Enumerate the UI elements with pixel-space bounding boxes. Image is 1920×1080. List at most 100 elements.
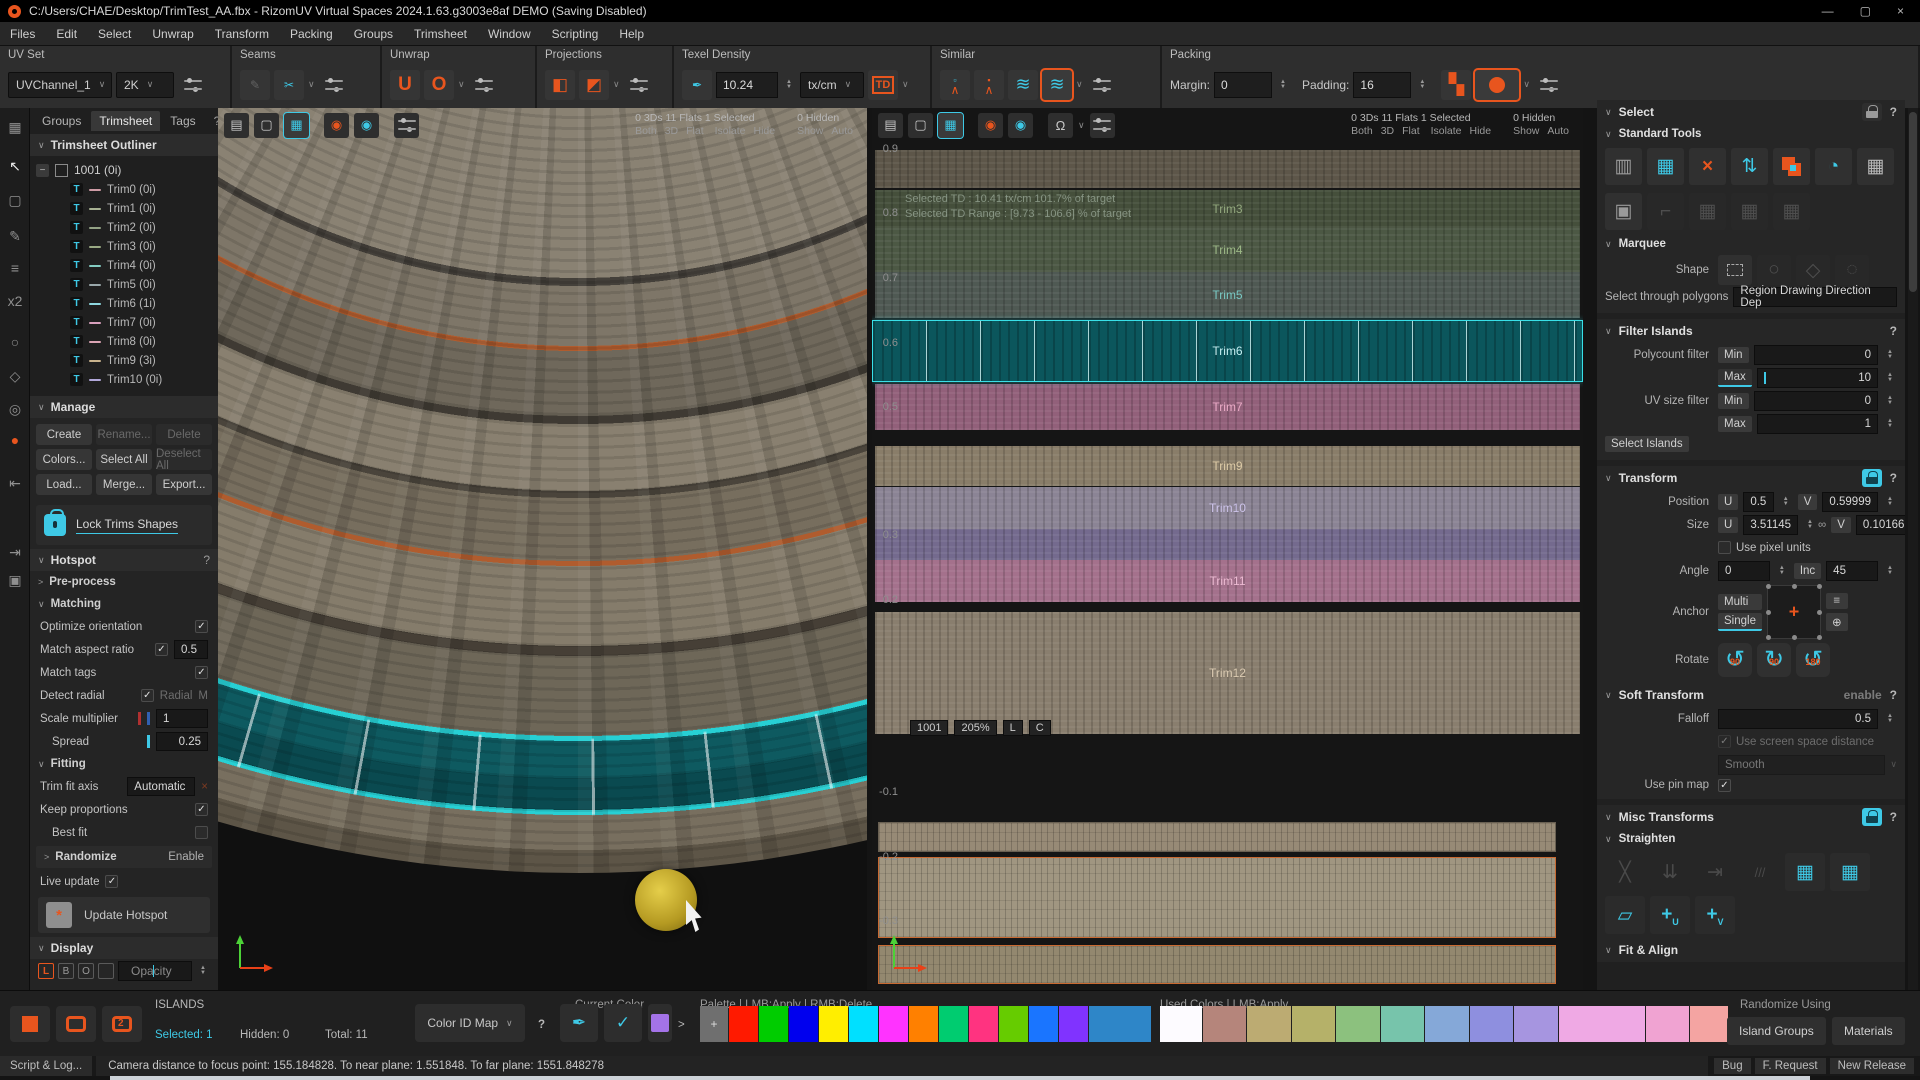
uv-trim-strip[interactable]: Trim4 — [875, 228, 1580, 272]
menu-unwrap[interactable]: Unwrap — [152, 27, 193, 41]
randomize-header[interactable]: >RandomizeEnable — [36, 846, 212, 868]
manage-button[interactable]: Create — [36, 424, 92, 445]
grid-dot-icon[interactable]: ▣ — [1605, 193, 1642, 230]
manage-button[interactable]: Rename... — [96, 424, 152, 445]
poly-max-field[interactable]: 10 — [1757, 368, 1878, 388]
matching-header[interactable]: ∨Matching — [30, 593, 218, 615]
scale-multiplier-field[interactable]: 1 — [156, 709, 208, 728]
menu-help[interactable]: Help — [619, 27, 644, 41]
chevron-down-icon[interactable]: ∨ — [613, 79, 620, 90]
island-cycle2-button[interactable]: 2 — [102, 1006, 142, 1042]
collapse-minus-icon[interactable]: − — [36, 164, 49, 177]
lock-icon[interactable] — [1862, 808, 1882, 826]
primitive-tool-icon[interactable]: ● — [0, 432, 30, 448]
sphere-tool-icon[interactable]: ◎ — [0, 401, 30, 418]
chevron-down-icon[interactable]: ∨ — [308, 79, 315, 90]
gridify-tall-icon[interactable]: ▦ — [1830, 853, 1870, 891]
link-size-icon[interactable]: ∞ — [1818, 519, 1826, 531]
fit-align-header[interactable]: ∨Fit & Align — [1597, 938, 1905, 962]
tree-item-trim[interactable]: T Trim2 (0i) — [36, 218, 218, 237]
spinner[interactable] — [1887, 373, 1897, 383]
fitting-header[interactable]: ∨Fitting — [30, 753, 218, 775]
screen-space-checkbox[interactable] — [1718, 735, 1731, 748]
menu-packing[interactable]: Packing — [290, 27, 333, 41]
menu-transform[interactable]: Transform — [215, 27, 269, 41]
spread-field[interactable]: 0.25 — [156, 732, 208, 751]
palette-swatch[interactable] — [879, 1006, 908, 1042]
projection-box-icon[interactable]: ◧ — [545, 70, 575, 100]
3d-toggle[interactable]: 3D — [665, 125, 678, 137]
live-update-checkbox[interactable] — [105, 875, 118, 888]
palette-swatch[interactable] — [909, 1006, 938, 1042]
projections-options-icon[interactable] — [624, 70, 654, 100]
grid-disabled-icon[interactable]: ▦ — [1731, 193, 1768, 230]
tree-item-trim[interactable]: T Trim5 (0i) — [36, 275, 218, 294]
scrollbar-thumb[interactable] — [1909, 112, 1917, 292]
lock-icon[interactable] — [1862, 469, 1882, 487]
pack-tetris-icon[interactable]: ▚ — [1441, 70, 1471, 100]
select-islands-button[interactable]: Select Islands — [1605, 436, 1689, 452]
islands-help-icon[interactable]: ? — [538, 1019, 545, 1031]
tab-groups[interactable]: Groups — [34, 111, 89, 131]
filter-islands-header[interactable]: ∨Filter Islands? — [1597, 319, 1905, 343]
palette-swatch[interactable] — [1059, 1006, 1088, 1042]
select-header[interactable]: ∨Select ? — [1597, 100, 1905, 124]
anchor-multi-button[interactable]: Multi — [1718, 594, 1762, 610]
cube-view-icon[interactable]: ▢ — [908, 113, 933, 138]
uv-overlay-icon[interactable]: ▦ — [284, 113, 309, 138]
uv-tile-strip[interactable] — [878, 945, 1556, 984]
display-b-toggle[interactable]: B — [58, 963, 74, 979]
pin-map-checkbox[interactable] — [1718, 779, 1731, 792]
cube-view-icon[interactable]: ▢ — [254, 113, 279, 138]
spinner[interactable] — [1807, 520, 1813, 530]
reset-icon[interactable]: × — [201, 781, 208, 793]
marquee-circle-icon[interactable]: ◌ — [1835, 255, 1869, 285]
aspect-value-field[interactable]: 0.5 — [174, 640, 208, 659]
lock-icon[interactable] — [1862, 103, 1882, 121]
inc-field[interactable]: 45 — [1826, 561, 1878, 581]
tree-item-trim[interactable]: T Trim7 (0i) — [36, 313, 218, 332]
lock-trims-button[interactable]: Lock Trims Shapes — [36, 505, 212, 545]
straighten-collapse-icon[interactable]: ⇥ — [1695, 853, 1735, 891]
seam-cut-icon[interactable]: ✂ — [274, 70, 304, 100]
isolate-toggle[interactable]: Isolate — [715, 125, 746, 137]
tab-tags[interactable]: Tags — [162, 111, 203, 131]
uv-trim-strip[interactable] — [875, 529, 1580, 560]
menu-trimsheet[interactable]: Trimsheet — [414, 27, 467, 41]
mirror-left-icon[interactable]: ⇤ — [0, 475, 30, 492]
best-fit-checkbox[interactable] — [195, 826, 208, 839]
feature-request-button[interactable]: F. Request — [1755, 1058, 1826, 1074]
menu-scripting[interactable]: Scripting — [552, 27, 599, 41]
used-color-swatch[interactable] — [1425, 1006, 1469, 1042]
manage-button[interactable]: Load... — [36, 474, 92, 495]
tree-item-trim[interactable]: T Trim0 (0i) — [36, 180, 218, 199]
menu-edit[interactable]: Edit — [56, 27, 77, 41]
pin-cyan-icon[interactable]: ◉ — [1008, 113, 1033, 138]
gridify-wide-icon[interactable]: ▦ — [1785, 853, 1825, 891]
chevron-down-icon[interactable]: ∨ — [1078, 120, 1085, 131]
spinner[interactable] — [1887, 419, 1897, 429]
outliner-header[interactable]: ∨Trimsheet Outliner — [30, 134, 218, 156]
angle-field[interactable]: 0 — [1718, 561, 1770, 581]
used-color-swatch[interactable] — [1646, 1006, 1689, 1042]
show-toggle[interactable]: Show — [797, 125, 823, 137]
grid-select-icon[interactable]: ▦ — [1647, 148, 1684, 185]
help-icon[interactable]: ? — [1890, 810, 1897, 824]
match-tags-checkbox[interactable] — [195, 666, 208, 679]
menu-files[interactable]: Files — [10, 27, 35, 41]
chevron-down-icon[interactable]: ∨ — [902, 79, 909, 90]
auto-toggle[interactable]: Auto — [1547, 125, 1569, 137]
tree-item-trim[interactable]: T Trim9 (3i) — [36, 351, 218, 370]
select-arrow-icon[interactable]: ↖ — [0, 158, 30, 175]
uv-min-field[interactable]: 0 — [1754, 391, 1878, 411]
spinner[interactable] — [1887, 497, 1897, 507]
menu-select[interactable]: Select — [98, 27, 131, 41]
uv-trim-strip[interactable]: Trim5 — [875, 272, 1580, 318]
color-id-map-dropdown[interactable]: Color ID Map∨ — [415, 1004, 525, 1042]
uv-max-tag[interactable]: Max — [1718, 416, 1752, 432]
materials-button[interactable]: Materials — [1832, 1017, 1905, 1045]
pie-distribute-icon[interactable]: ◔ — [1815, 148, 1852, 185]
spinner[interactable] — [1887, 714, 1897, 724]
handle-icon[interactable]: ▣ — [0, 572, 30, 589]
viewport-options-icon[interactable] — [394, 113, 419, 138]
